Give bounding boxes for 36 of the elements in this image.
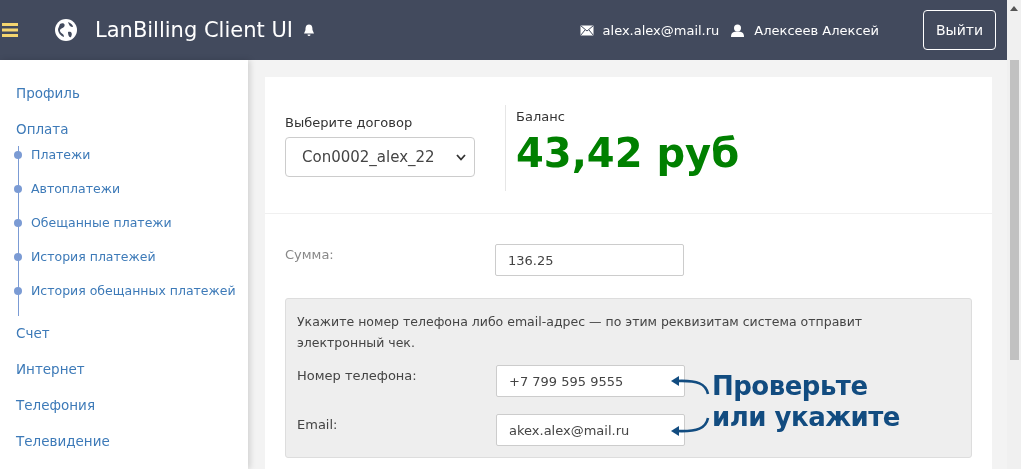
bell-icon[interactable] [303, 23, 315, 37]
user-email: alex.alex@mail.ru [602, 22, 720, 38]
balance-amount: 43,42 руб [516, 130, 740, 176]
contract-select[interactable]: Con0002_alex_22 [285, 137, 475, 177]
sidebar-item[interactable]: Телевидение [0, 430, 248, 466]
chevron-down-icon [456, 153, 466, 161]
user-icon [731, 23, 745, 37]
sidebar-subitem[interactable]: Автоплатежи [31, 181, 121, 196]
sidebar-item[interactable]: Профиль [0, 82, 248, 118]
sidebar-subitem[interactable]: История платежей [31, 249, 156, 264]
scroll-up-icon[interactable] [1010, 6, 1018, 11]
amount-field[interactable]: 136.25 [495, 244, 684, 276]
sidebar-subitem[interactable]: История обещанных платежей [31, 283, 236, 298]
curved-arrow-icon [670, 374, 710, 396]
amount-label: Сумма: [285, 246, 335, 264]
menu-icon[interactable] [2, 23, 18, 37]
sidebar-item[interactable]: Интернет [0, 358, 248, 394]
input-field[interactable]: +7 799 595 9555 [496, 365, 685, 397]
receipt-note: Укажите номер телефона либо email-адрес — по этим реквизитам система отправит электронный чек. [297, 313, 864, 352]
contract-label: Выберите договор [285, 115, 414, 130]
curved-arrow-icon [670, 416, 710, 438]
sidebar-subitem[interactable]: Платежи [31, 147, 91, 162]
sidebar-subitem[interactable]: Обещанные платежи [31, 215, 172, 230]
globe-icon [54, 18, 78, 42]
sidebar-item[interactable]: Телефония [0, 394, 248, 430]
field-label: Email: [297, 416, 339, 434]
annotation-text: Проверьте или укажите [712, 371, 900, 433]
input-field[interactable]: akex.alex@mail.ru [496, 414, 685, 446]
envelope-icon [579, 24, 594, 36]
user-name: Алексеев Алексей [754, 22, 879, 38]
balance-label: Баланс [516, 109, 566, 124]
app-title: LanBilling Client UI [95, 18, 293, 42]
field-label: Номер телефона: [297, 367, 418, 385]
sidebar-item[interactable]: Счет [0, 322, 248, 358]
logout-button[interactable]: Выйти [923, 10, 996, 50]
scrollbar-thumb[interactable] [1010, 60, 1019, 360]
